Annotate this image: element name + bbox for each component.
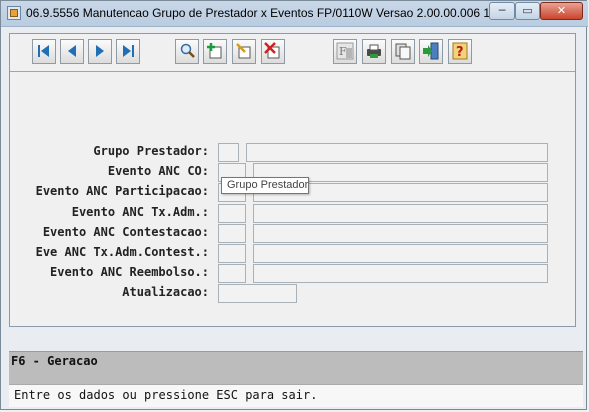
- app-icon: [7, 6, 21, 20]
- edit-record-icon: [236, 43, 251, 59]
- filter-button[interactable]: F: [333, 39, 357, 64]
- status-message: Entre os dados ou pressione ESC para sai…: [14, 388, 318, 402]
- atualizacao-label: Atualizacao:: [122, 285, 209, 299]
- evento-anc-contestacao-description: [253, 224, 548, 243]
- function-key-bar: F6 - Geracao: [9, 351, 583, 384]
- grupo-prestador-description: [246, 143, 548, 162]
- function-key-f6[interactable]: F6 - Geracao: [11, 354, 98, 368]
- title-bar[interactable]: 06.9.5556 Manutencao Grupo de Prestador …: [1, 1, 588, 27]
- application-window: 06.9.5556 Manutencao Grupo de Prestador …: [0, 0, 588, 410]
- previous-record-icon: [68, 45, 76, 57]
- last-record-button[interactable]: [116, 39, 140, 64]
- print-button[interactable]: [362, 39, 386, 64]
- next-record-button[interactable]: [88, 39, 112, 64]
- edit-record-button[interactable]: [232, 39, 256, 64]
- evento-anc-contestacao-code-input[interactable]: [218, 224, 246, 243]
- print-icon: [367, 44, 381, 58]
- status-bar: Entre os dados ou pressione ESC para sai…: [9, 384, 583, 407]
- add-record-icon: [207, 43, 222, 59]
- evento-anc-co-label: Evento ANC CO:: [107, 164, 209, 178]
- copy-button[interactable]: [391, 39, 415, 64]
- svg-text:?: ?: [456, 45, 464, 60]
- evento-anc-participacao-label: Evento ANC Participacao:: [35, 184, 209, 198]
- delete-record-button[interactable]: [261, 39, 285, 64]
- maximize-button[interactable]: ▭: [515, 2, 540, 20]
- svg-text:F: F: [339, 45, 347, 58]
- exit-button[interactable]: [419, 39, 443, 64]
- copy-icon: [395, 43, 411, 60]
- grupo-prestador-code-input[interactable]: [218, 143, 239, 162]
- grupo-prestador-label: Grupo Prestador:: [93, 144, 209, 158]
- search-icon: [180, 43, 195, 58]
- evento-anc-tx-adm-label: Evento ANC Tx.Adm.:: [71, 205, 209, 219]
- help-button[interactable]: ?: [448, 39, 472, 64]
- delete-record-icon: [264, 42, 280, 59]
- evento-anc-reembolso-description: [253, 264, 548, 283]
- first-record-button[interactable]: [32, 39, 56, 64]
- evento-anc-tx-adm-code-input[interactable]: [218, 204, 246, 223]
- tooltip: Grupo Prestador: [221, 177, 309, 194]
- window-title: 06.9.5556 Manutencao Grupo de Prestador …: [26, 6, 491, 20]
- previous-record-button[interactable]: [60, 39, 84, 64]
- evento-anc-reembolso-label: Evento ANC Reembolso.:: [50, 265, 209, 279]
- evento-anc-reembolso-code-input[interactable]: [218, 264, 246, 283]
- help-icon: ?: [452, 42, 468, 60]
- toolbar-divider: [10, 71, 575, 72]
- exit-icon: [423, 42, 439, 60]
- evento-anc-contestacao-label: Evento ANC Contestacao:: [42, 225, 209, 239]
- first-record-icon: [38, 45, 49, 57]
- search-button[interactable]: [175, 39, 199, 64]
- filter-icon: F: [336, 42, 354, 60]
- minimize-button[interactable]: ─: [489, 2, 515, 20]
- eve-anc-tx-adm-contest-description: [253, 244, 548, 263]
- eve-anc-tx-adm-contest-label: Eve ANC Tx.Adm.Contest.:: [35, 245, 209, 259]
- last-record-icon: [123, 45, 134, 57]
- atualizacao-field: [218, 284, 297, 303]
- eve-anc-tx-adm-contest-code-input[interactable]: [218, 244, 246, 263]
- close-button[interactable]: ✕: [540, 2, 583, 20]
- evento-anc-tx-adm-description: [253, 204, 548, 223]
- next-record-icon: [96, 45, 104, 57]
- add-record-button[interactable]: [203, 39, 227, 64]
